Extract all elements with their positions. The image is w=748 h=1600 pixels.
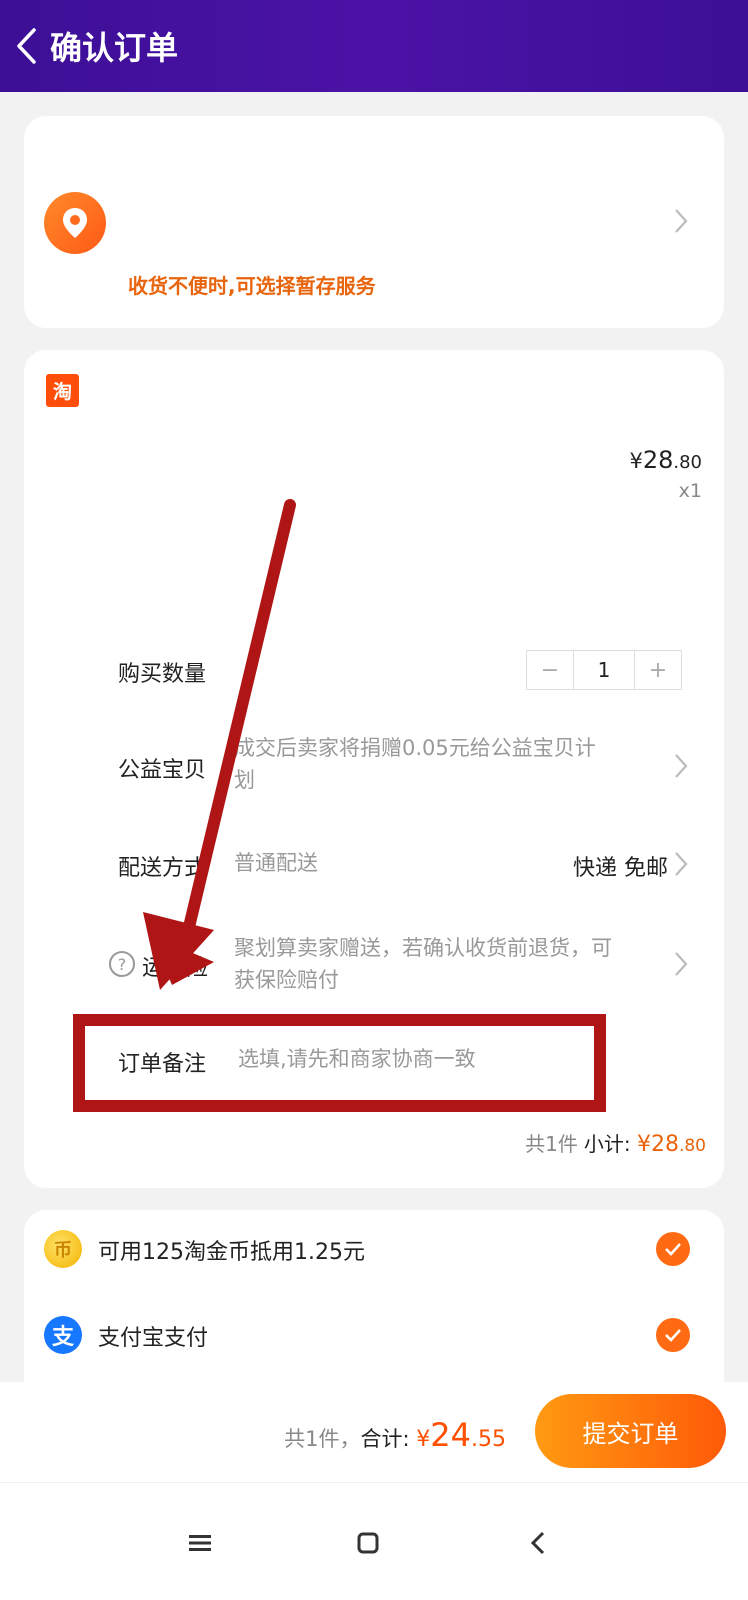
quantity-value[interactable]: 1 (573, 651, 635, 689)
insurance-value-line2: 获保险赔付 (234, 968, 339, 992)
check-icon (665, 1329, 681, 1342)
help-icon[interactable]: ? (109, 951, 135, 977)
payment-card: 币 可用125淘金币抵用1.25元 支 支付宝支付 (24, 1210, 724, 1410)
check-icon (665, 1243, 681, 1256)
taobao-shop-icon: 淘 (46, 374, 79, 407)
back-button[interactable] (4, 0, 48, 92)
system-nav-bar (0, 1482, 748, 1600)
alipay-text: 支付宝支付 (98, 1326, 209, 1351)
submit-order-button[interactable]: 提交订单 (535, 1394, 726, 1468)
insurance-value[interactable]: 聚划算卖家赠送，若确认收货前退货，可 获保险赔付 (234, 932, 612, 996)
back-arrow-icon (530, 1531, 545, 1555)
address-card[interactable]: 收货不便时,可选择暂存服务 (24, 116, 724, 328)
charity-value-line2: 划 (234, 768, 255, 792)
item-quantity: x1 (678, 480, 702, 502)
charity-value[interactable]: 成交后卖家将捐赠0.05元给公益宝贝计 划 (234, 732, 596, 796)
app-header: 确认订单 (0, 0, 748, 92)
system-back-button[interactable] (518, 1523, 558, 1563)
home-button[interactable] (348, 1523, 388, 1563)
menu-icon (189, 1535, 211, 1551)
storage-service-tip[interactable]: 收货不便时,可选择暂存服务 (128, 270, 376, 299)
chevron-right-icon (675, 209, 688, 233)
increment-button[interactable]: + (635, 651, 681, 689)
coin-deduction-text: 可用125淘金币抵用1.25元 (98, 1240, 365, 1265)
insurance-label: 运费险 (142, 956, 209, 981)
submit-bar: 共1件，合计: ¥24.55 提交订单 (0, 1382, 748, 1482)
quantity-label: 购买数量 (118, 662, 207, 687)
home-square-icon (357, 1532, 379, 1554)
quantity-stepper: − 1 + (526, 650, 682, 690)
chevron-right-icon (675, 852, 688, 876)
annotation-highlight-box (73, 1014, 606, 1112)
charity-label: 公益宝贝 (118, 758, 207, 783)
alipay-icon: 支 (44, 1316, 82, 1354)
chevron-right-icon (675, 754, 688, 778)
decrement-button[interactable]: − (527, 651, 573, 689)
delivery-option[interactable]: 快递 免邮 (573, 850, 668, 882)
taobao-coin-icon: 币 (44, 1230, 82, 1268)
chevron-left-icon (17, 28, 36, 64)
alipay-checkbox[interactable] (656, 1318, 690, 1352)
location-pin-icon (44, 192, 106, 254)
coin-deduction-checkbox[interactable] (656, 1232, 690, 1266)
order-subtotal: 共1件 小计: ¥28.80 (525, 1132, 706, 1157)
delivery-value: 普通配送 (234, 851, 318, 875)
delivery-label: 配送方式 (118, 856, 207, 881)
order-total: 共1件，合计: ¥24.55 (284, 1416, 506, 1454)
charity-value-line1: 成交后卖家将捐赠0.05元给公益宝贝计 (234, 736, 596, 760)
chevron-right-icon (675, 952, 688, 976)
page-title: 确认订单 (50, 29, 179, 67)
insurance-value-line1: 聚划算卖家赠送，若确认收货前退货，可 (234, 936, 612, 960)
menu-button[interactable] (180, 1523, 220, 1563)
item-price: ¥28.80 (629, 446, 702, 474)
